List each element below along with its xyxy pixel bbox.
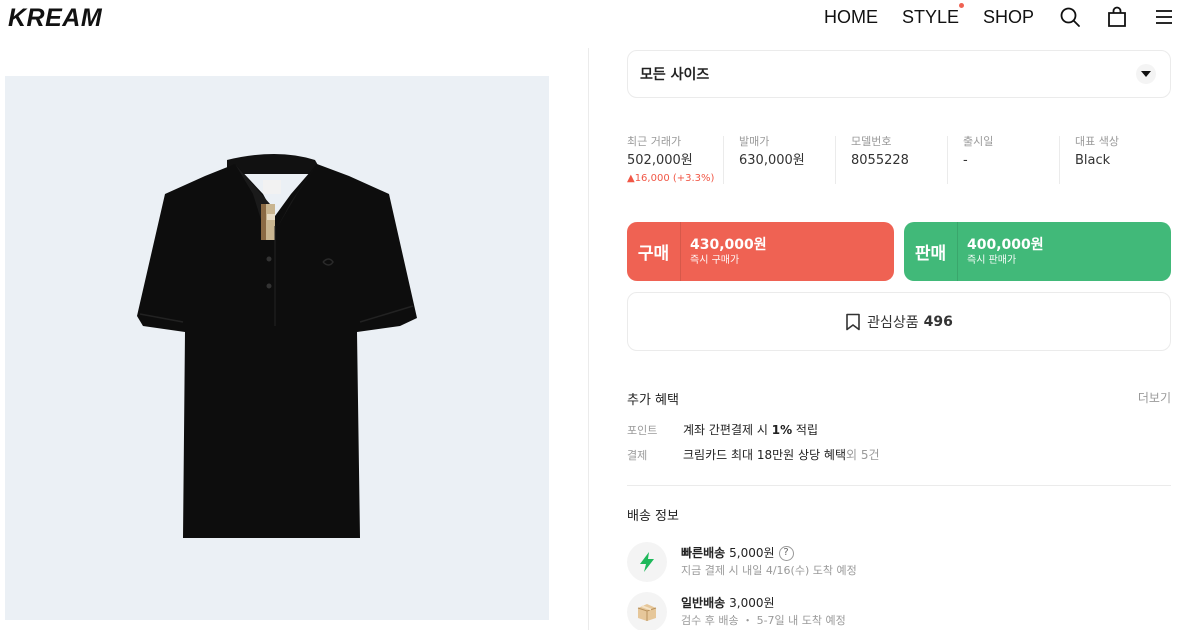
info-value: 8055228 [851,153,909,168]
size-select[interactable]: 모든 사이즈 [627,50,1171,98]
benefits-more-link[interactable]: 더보기 [1138,389,1171,408]
shopping-bag-icon[interactable] [1105,5,1129,29]
info-release-price: 발매가 630,000원 [723,134,835,188]
info-recent-price: 최근 거래가 502,000원 ▲16,000 (+3.3%) [627,134,723,188]
info-label: 대표 색상 [1075,135,1119,148]
help-icon[interactable]: ? [778,545,794,561]
product-image [5,76,549,620]
box-icon [627,592,667,630]
benefit-extra: 외 5건 [846,448,880,462]
shipping-option-fast: 빠른배송 5,000원? 지금 결제 시 내일 4/16(수) 도착 예정 [627,542,857,582]
nav-style-label: STYLE [901,6,959,27]
column-divider [588,48,589,630]
info-value: 502,000원 [627,153,693,168]
lightning-icon [627,542,667,582]
new-dot [958,2,964,8]
buy-price: 430,000원 [690,236,767,253]
info-release-date: 출시일 - [947,134,1059,188]
black-polo-shirt-image [137,154,417,538]
buy-button-body: 430,000원 즉시 구매가 [681,236,767,268]
shipping-standard-name: 일반배송 3,000원 [681,594,846,612]
nav-style[interactable]: STYLE [901,2,964,28]
bookmark-icon [846,313,860,330]
sell-price-label: 즉시 판매가 [967,254,1017,266]
shipping-fast-text: 빠른배송 5,000원? 지금 결제 시 내일 4/16(수) 도착 예정 [681,544,857,580]
shipping-desc: 지금 결제 시 내일 4/16(수) 도착 예정 [681,564,857,577]
info-value: 630,000원 [739,153,805,168]
benefit-text-end: 적립 [792,423,819,437]
info-label: 모델번호 [851,135,892,148]
buy-price-label: 즉시 구매가 [690,254,740,266]
benefit-key: 포인트 [627,423,658,437]
info-model-number: 모델번호 8055228 [835,134,947,188]
info-value: - [963,153,968,168]
benefit-value: 크림카드 최대 18만원 상당 혜택 [683,448,847,462]
shipping-name: 일반배송 [681,596,726,610]
product-info: 최근 거래가 502,000원 ▲16,000 (+3.3%) 발매가 630,… [627,134,1171,188]
info-value: Black [1075,153,1111,168]
benefit-text: 계좌 간편결제 시 [683,423,772,437]
wishlist-count: 496 [923,313,953,330]
buy-button-title: 구매 [627,222,681,281]
info-label: 발매가 [739,135,770,148]
sell-button[interactable]: 판매 400,000원 즉시 판매가 [904,222,1171,281]
benefit-row-payment[interactable]: 결제 크림카드 최대 18만원 상당 혜택 외 5건 [627,446,880,463]
sell-button-body: 400,000원 즉시 판매가 [958,236,1044,268]
info-color: 대표 색상 Black [1059,134,1171,188]
shipping-standard-text: 일반배송 3,000원 검수 후 배송 ・ 5-7일 내 도착 예정 [681,594,846,630]
shipping-option-standard: 일반배송 3,000원 검수 후 배송 ・ 5-7일 내 도착 예정 [627,592,846,630]
price-change: ▲16,000 (+3.3%) [627,173,715,184]
shipping-price: 5,000원 [729,546,775,560]
benefits-title: 추가 혜택 [627,393,679,408]
top-nav: HOME STYLE SHOP [824,2,1200,29]
info-label: 출시일 [963,135,994,148]
nav-shop[interactable]: SHOP [983,7,1034,28]
benefit-rate: 1% [771,423,793,437]
size-select-label: 모든 사이즈 [640,67,710,83]
shipping-price: 3,000원 [729,596,775,610]
benefit-value: 계좌 간편결제 시 1% 적립 [683,421,818,438]
buy-button[interactable]: 구매 430,000원 즉시 구매가 [627,222,894,281]
sell-price: 400,000원 [967,236,1044,253]
info-label: 최근 거래가 [627,135,682,148]
benefits-header: 추가 혜택 더보기 [627,389,1171,408]
sell-button-title: 판매 [904,222,958,281]
wishlist-label: 관심상품 [867,314,919,331]
benefit-key: 결제 [627,448,648,462]
shipping-fast-name: 빠른배송 5,000원? [681,544,857,562]
wishlist-button[interactable]: 관심상품 496 [627,292,1171,351]
menu-icon[interactable] [1152,5,1176,29]
search-icon[interactable] [1058,5,1082,29]
shipping-desc: 검수 후 배송 ・ 5-7일 내 도착 예정 [681,614,846,627]
kream-logo[interactable]: KREAM [8,4,102,33]
shipping-name: 빠른배송 [681,546,726,560]
section-divider [627,485,1171,486]
caret-down-icon [1136,64,1156,84]
nav-home[interactable]: HOME [824,7,878,28]
shipping-title: 배송 정보 [627,509,679,524]
benefit-row-point: 포인트 계좌 간편결제 시 1% 적립 [627,421,818,438]
